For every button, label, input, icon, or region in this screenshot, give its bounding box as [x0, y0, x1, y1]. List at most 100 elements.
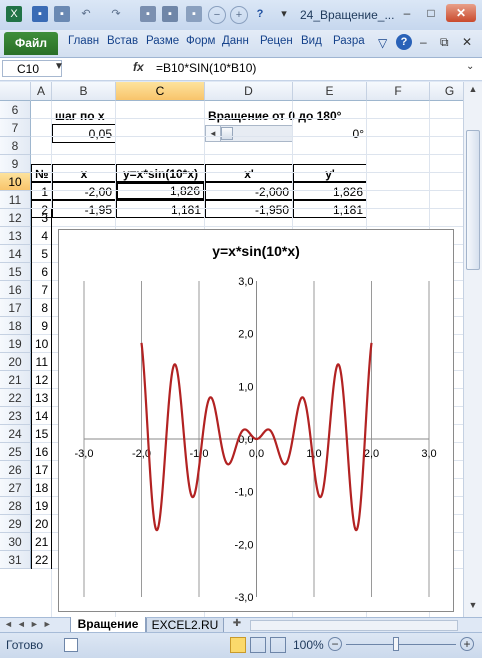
rotation-angle-value[interactable]: 0° [293, 125, 367, 143]
help-question-icon[interactable]: ? [252, 6, 268, 22]
row-number-cell[interactable]: 6 [31, 263, 52, 281]
vertical-scroll-thumb[interactable] [466, 130, 480, 270]
row-number-cell[interactable]: 8 [31, 299, 52, 317]
sheet-tab-other[interactable]: EXCEL2.RU [146, 618, 224, 633]
help-icon[interactable]: ? [396, 34, 412, 50]
column-header-f[interactable]: F [367, 82, 430, 101]
tab-insert[interactable]: Встав [107, 35, 138, 47]
header-x[interactable]: x [52, 164, 116, 182]
scroll-up-arrow-icon[interactable]: ▲ [466, 84, 480, 98]
column-header-d[interactable]: D [205, 82, 293, 101]
row-header-12[interactable]: 12 [0, 209, 31, 227]
row-header-30[interactable]: 30 [0, 533, 31, 551]
row-number-cell[interactable]: 12 [31, 371, 52, 389]
row-number-cell[interactable]: 5 [31, 245, 52, 263]
row-number-cell[interactable]: 22 [31, 551, 52, 569]
tab-page-layout[interactable]: Разме [146, 35, 179, 47]
row-header-22[interactable]: 22 [0, 389, 31, 407]
row-number-cell[interactable]: 3 [31, 209, 52, 227]
tab-formulas[interactable]: Форм [186, 35, 215, 47]
save-icon[interactable]: ▪ [32, 6, 48, 22]
row-header-8[interactable]: 8 [0, 137, 31, 155]
header-y[interactable]: y=x*sin(10*x) [116, 164, 205, 182]
row-number-cell[interactable]: 17 [31, 461, 52, 479]
zoom-in-icon[interactable]: + [230, 6, 248, 24]
row-number-cell[interactable]: 15 [31, 425, 52, 443]
tab-home[interactable]: Главн [68, 35, 99, 47]
doc-minimize-button[interactable]: – [420, 35, 427, 49]
row-header-20[interactable]: 20 [0, 353, 31, 371]
row-header-13[interactable]: 13 [0, 227, 31, 245]
scroll-down-arrow-icon[interactable]: ▼ [466, 600, 480, 614]
row-header-18[interactable]: 18 [0, 317, 31, 335]
select-all-corner[interactable] [0, 82, 31, 101]
row-number-cell[interactable]: 10 [31, 335, 52, 353]
row-header-31[interactable]: 31 [0, 551, 31, 569]
row-header-25[interactable]: 25 [0, 443, 31, 461]
insert-sheet-icon[interactable]: ✚ [226, 618, 248, 633]
name-box-dropdown-icon[interactable]: ▼ [54, 61, 64, 72]
ribbon-expand-icon[interactable]: ▽ [378, 36, 387, 50]
zoom-in-button[interactable]: + [460, 637, 474, 651]
row11-y-prime[interactable]: 1,181 [293, 200, 367, 218]
rotation-scrollbar[interactable]: ◄ [205, 125, 293, 142]
row-header-19[interactable]: 19 [0, 335, 31, 353]
row-number-cell[interactable]: 11 [31, 353, 52, 371]
row-header-26[interactable]: 26 [0, 461, 31, 479]
minimize-button[interactable]: – [396, 6, 418, 22]
row-number-cell[interactable]: 19 [31, 497, 52, 515]
row-header-28[interactable]: 28 [0, 497, 31, 515]
row-number-cell[interactable]: 7 [31, 281, 52, 299]
sheet-nav-arrows-icon[interactable]: ◄◄►► [4, 619, 56, 629]
chart-area[interactable]: y=x*sin(10*x) -3,0 -2,0 -1,0 0,0 1,0 2,0 3,0 3,… [58, 229, 454, 612]
paste-icon[interactable]: ▪ [140, 6, 156, 22]
tab-review[interactable]: Рецен [260, 35, 293, 47]
column-header-a[interactable]: A [31, 82, 52, 101]
row11-x-prime[interactable]: -1,950 [205, 200, 293, 218]
sheet-tab-active[interactable]: Вращение [70, 617, 146, 633]
scroll-left-arrow-icon[interactable]: ◄ [206, 126, 221, 141]
header-x-prime[interactable]: x' [205, 164, 293, 182]
column-header-b[interactable]: B [52, 82, 116, 101]
row10-x[interactable]: -2,00 [52, 182, 116, 200]
row-header-17[interactable]: 17 [0, 299, 31, 317]
row-header-15[interactable]: 15 [0, 263, 31, 281]
row-header-14[interactable]: 14 [0, 245, 31, 263]
zoom-out-button[interactable]: − [328, 637, 342, 651]
macro-record-icon[interactable] [64, 638, 78, 652]
row-header-11[interactable]: 11 [0, 191, 31, 209]
row10-x-prime[interactable]: -2,000 [205, 182, 293, 200]
customize-toolbar-icon[interactable]: ▾ [276, 6, 292, 22]
tab-data[interactable]: Данн [222, 35, 249, 47]
row-header-6[interactable]: 6 [0, 101, 31, 119]
row11-x[interactable]: -1,95 [52, 200, 116, 218]
quick-access-icon[interactable]: ▪ [54, 6, 70, 22]
row-header-24[interactable]: 24 [0, 425, 31, 443]
row10-number[interactable]: 1 [31, 182, 52, 200]
doc-restore-button[interactable]: ⧉ [440, 35, 449, 50]
header-y-prime[interactable]: y' [293, 164, 367, 182]
zoom-level[interactable]: 100% [293, 638, 324, 652]
row-number-cell[interactable]: 16 [31, 443, 52, 461]
zoom-slider-track[interactable] [346, 644, 456, 645]
row-number-cell[interactable]: 21 [31, 533, 52, 551]
row-number-cell[interactable]: 9 [31, 317, 52, 335]
column-header-c[interactable]: C [116, 82, 205, 101]
expand-formula-bar-icon[interactable]: ⌄ [466, 61, 474, 72]
tab-developer[interactable]: Разра [333, 35, 365, 47]
row-header-7[interactable]: 7 [0, 119, 31, 137]
header-number[interactable]: № [31, 164, 52, 182]
normal-view-icon[interactable] [230, 637, 246, 653]
row-number-cell[interactable]: 18 [31, 479, 52, 497]
preview-icon[interactable]: ▪ [186, 6, 202, 22]
name-box[interactable]: C10 [2, 60, 62, 77]
row-number-cell[interactable]: 20 [31, 515, 52, 533]
row-header-23[interactable]: 23 [0, 407, 31, 425]
page-layout-view-icon[interactable] [250, 637, 266, 653]
zoom-slider-thumb[interactable] [393, 637, 399, 651]
insert-function-icon[interactable]: fx [133, 60, 144, 74]
scroll-thumb[interactable] [221, 127, 233, 140]
vertical-scrollbar[interactable]: ▲ ▼ [463, 82, 482, 617]
column-header-g[interactable]: G [430, 82, 463, 101]
print-icon[interactable]: ▪ [162, 6, 178, 22]
